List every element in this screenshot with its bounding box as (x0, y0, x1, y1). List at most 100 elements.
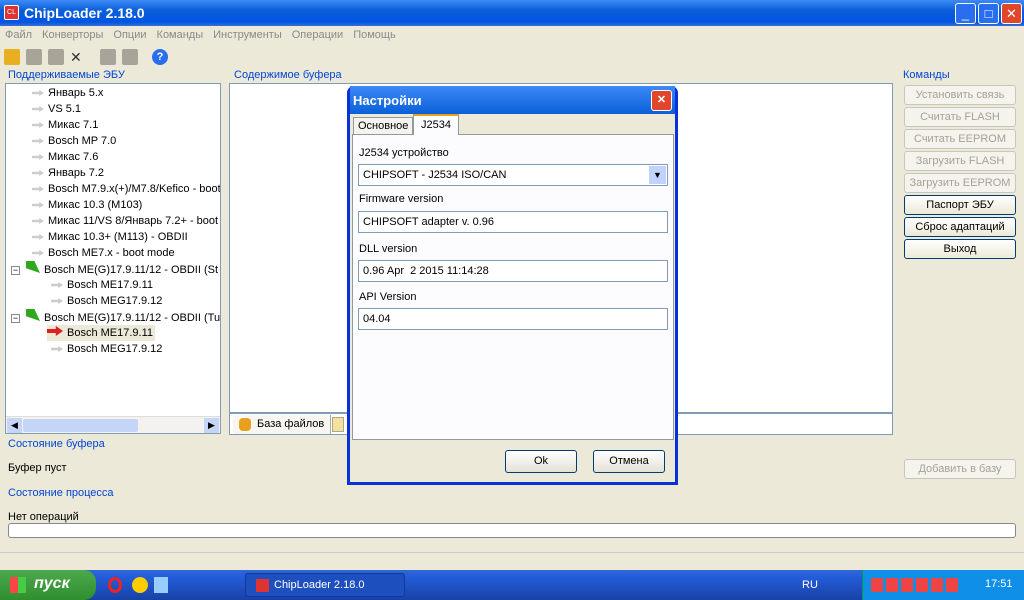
write-flash-button[interactable]: Загрузить FLASH (904, 151, 1016, 171)
menu-operations[interactable]: Операции (292, 29, 343, 46)
menu-options[interactable]: Опции (113, 29, 146, 46)
tree-item[interactable]: Микас 11/VS 8/Январь 7.2+ - boot (32, 213, 218, 229)
tools-icon[interactable]: ✕ (70, 49, 86, 65)
dialog-close-button[interactable]: ✕ (651, 90, 672, 111)
copy-icon[interactable] (100, 49, 116, 65)
maximize-button[interactable]: □ (978, 3, 999, 24)
menu-bar: Файл Конверторы Опции Команды Инструмент… (0, 26, 1024, 46)
tree-item-label: Микас 11/VS 8/Январь 7.2+ - boot (48, 215, 219, 227)
clock: 17:51 (985, 578, 1013, 590)
exit-button[interactable]: Выход (904, 239, 1016, 259)
scroll-right-icon[interactable]: ▶ (204, 418, 219, 433)
collapse-icon[interactable]: − (11, 266, 20, 275)
help-icon[interactable]: ? (152, 49, 168, 65)
tree-item[interactable]: Bosch M7.9.x(+)/M7.8/Kefico - boot (32, 181, 220, 197)
save-icon[interactable] (26, 49, 42, 65)
dll-label: DLL version (359, 243, 418, 255)
tree-item-label: Bosch ME(G)17.9.11/12 - OBDII (Tu (44, 312, 221, 324)
api-label: API Version (359, 291, 417, 303)
tab-file-database[interactable]: База файлов (233, 415, 332, 434)
dll-field[interactable]: 0.96 Apr 2 2015 11:14:28 (358, 260, 668, 282)
tree-item-label: Микас 10.3 (M103) (48, 199, 143, 211)
media-player-icon[interactable] (132, 577, 148, 593)
read-eeprom-button[interactable]: Считать EEPROM (904, 129, 1016, 149)
chip-icon (32, 250, 44, 256)
write-eeprom-button[interactable]: Загрузить EEPROM (904, 173, 1016, 193)
collapse-icon[interactable]: − (11, 314, 20, 323)
menu-commands[interactable]: Команды (157, 29, 204, 46)
database-icon (239, 418, 251, 431)
document-icon[interactable] (332, 417, 344, 432)
undo-icon[interactable] (48, 49, 64, 65)
chip-icon (51, 346, 63, 352)
chip-icon (32, 218, 44, 224)
tree-item[interactable]: Bosch ME17.9.11 (51, 277, 153, 293)
scroll-left-icon[interactable]: ◀ (7, 418, 22, 433)
menu-help[interactable]: Помощь (353, 29, 396, 46)
tab-j2534[interactable]: J2534 (413, 114, 459, 135)
tree-item[interactable]: Bosch MP 7.0 (32, 133, 116, 149)
firmware-field[interactable]: CHIPSOFT adapter v. 0.96 (358, 211, 668, 233)
tab-label: База файлов (257, 418, 325, 430)
read-flash-button[interactable]: Считать FLASH (904, 107, 1016, 127)
tree-group[interactable]: − Bosch ME(G)17.9.11/12 - OBDII (St (11, 261, 218, 277)
chip-icon (32, 138, 44, 144)
tray-icons[interactable] (871, 578, 961, 592)
minimize-button[interactable]: _ (955, 3, 976, 24)
tree-item[interactable]: Микас 7.6 (32, 149, 98, 165)
device-select[interactable]: CHIPSOFT - J2534 ISO/CAN ▼ (358, 164, 668, 186)
tree-item[interactable]: Микас 7.1 (32, 117, 98, 133)
tree-item[interactable]: Январь 7.2 (32, 165, 104, 181)
connect-button[interactable]: Установить связь (904, 85, 1016, 105)
buffer-content-label: Содержимое буфера (234, 69, 342, 81)
ecu-passport-button[interactable]: Паспорт ЭБУ (904, 195, 1016, 215)
tree-item-label: Микас 7.6 (48, 151, 99, 163)
language-indicator[interactable]: RU (802, 579, 818, 591)
tree-group[interactable]: − Bosch ME(G)17.9.11/12 - OBDII (Tu (11, 309, 220, 325)
menu-file[interactable]: Файл (5, 29, 32, 46)
tree-item-selected[interactable]: Bosch ME17.9.11 (47, 325, 156, 341)
tree-item-label: Bosch MEG17.9.12 (67, 343, 163, 355)
tree-item-label: Микас 10.3+ (M113) - OBDII (48, 231, 188, 243)
opera-icon[interactable] (108, 577, 122, 593)
tree-item[interactable]: Январь 5.x (32, 85, 103, 101)
start-label: пуск (34, 575, 70, 592)
tree-item-label: Bosch ME17.9.11 (67, 279, 154, 291)
chip-icon (51, 282, 63, 288)
tree-item[interactable]: Микас 10.3+ (M113) - OBDII (32, 229, 188, 245)
ok-button[interactable]: Ok (505, 450, 577, 473)
dialog-title-bar: Настройки (350, 86, 675, 114)
chip-icon (32, 106, 44, 112)
open-icon[interactable] (4, 49, 20, 65)
paste-icon[interactable] (122, 49, 138, 65)
tab-general[interactable]: Основное (353, 117, 414, 135)
tree-item[interactable]: Bosch MEG17.9.12 (51, 293, 162, 309)
tree-item-label: Bosch ME7.x - boot mode (48, 247, 175, 259)
menu-tools[interactable]: Инструменты (213, 29, 282, 46)
tree-item[interactable]: Микас 10.3 (M103) (32, 197, 142, 213)
tab-panel: J2534 устройство CHIPSOFT - J2534 ISO/CA… (352, 134, 674, 440)
dialog-title: Настройки (353, 93, 422, 108)
cancel-button[interactable]: Отмена (593, 450, 665, 473)
menu-converters[interactable]: Конверторы (42, 29, 103, 46)
api-field[interactable]: 04.04 (358, 308, 668, 330)
close-button[interactable]: ✕ (1001, 3, 1022, 24)
reset-adaptations-button[interactable]: Сброс адаптаций (904, 217, 1016, 237)
chevron-down-icon[interactable]: ▼ (649, 166, 666, 184)
process-state-text: Нет операций (8, 511, 79, 523)
tree-item[interactable]: Bosch MEG17.9.12 (51, 341, 162, 357)
start-button[interactable]: пуск (0, 570, 96, 600)
app-icon: CL (4, 5, 19, 20)
tree-item[interactable]: VS 5.1 (32, 101, 81, 117)
horizontal-scrollbar[interactable]: ◀ ▶ (6, 416, 220, 433)
add-to-database-button[interactable]: Добавить в базу (904, 459, 1016, 479)
scrollbar-thumb[interactable] (23, 419, 138, 432)
ie-icon[interactable] (154, 577, 168, 593)
tree-item[interactable]: Bosch ME7.x - boot mode (32, 245, 175, 261)
ecu-tree[interactable]: Январь 5.x VS 5.1 Микас 7.1 Bosch MP 7.0… (5, 83, 221, 434)
task-label: ChipLoader 2.18.0 (274, 579, 365, 591)
buffer-state-label: Состояние буфера (8, 438, 105, 450)
taskbar-chiploader[interactable]: ChipLoader 2.18.0 (245, 573, 405, 597)
settings-dialog: Настройки ✕ Основное J2534 J2534 устройс… (347, 86, 678, 485)
tree-item-label: Bosch ME(G)17.9.11/12 - OBDII (St (44, 264, 219, 276)
